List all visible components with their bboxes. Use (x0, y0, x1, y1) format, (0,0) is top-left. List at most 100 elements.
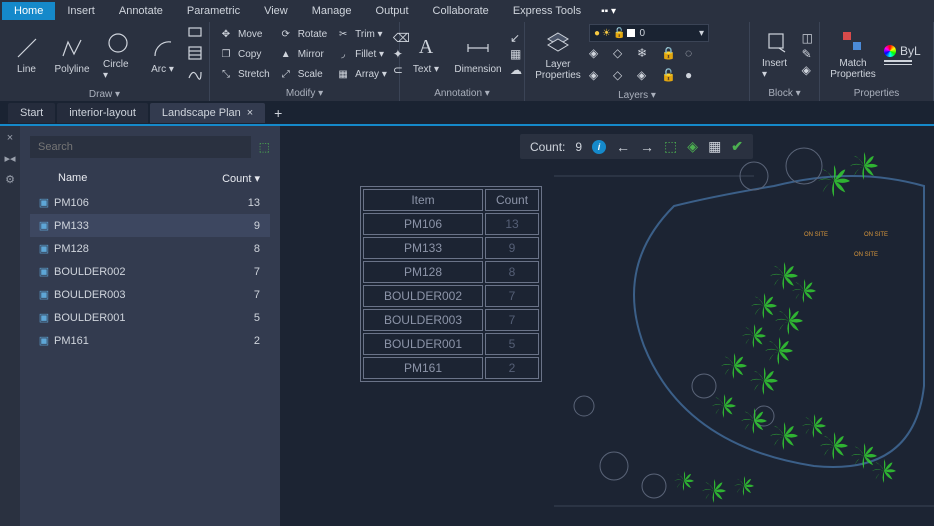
info-icon[interactable]: i (592, 140, 606, 154)
spline-icon[interactable] (187, 66, 203, 85)
color-control[interactable]: ByL (884, 44, 921, 58)
palette-row[interactable]: ▣BOULDER0037 (30, 283, 270, 306)
palette-row[interactable]: ▣PM10613 (30, 191, 270, 214)
rotate-button[interactable]: ⟳Rotate (276, 25, 329, 43)
menu-tab-express[interactable]: Express Tools (501, 2, 593, 20)
panel-draw: Line Polyline Circle ▾ Arc ▾ Draw ▾ (0, 22, 210, 101)
prev-arrow-icon[interactable]: ← (616, 139, 630, 155)
dimension-button[interactable]: Dimension (450, 32, 506, 77)
panel-modify-label[interactable]: Modify ▾ (210, 86, 399, 101)
match-properties-button[interactable]: Match Properties (826, 26, 880, 82)
block-create-icon[interactable]: ◫ (802, 31, 813, 45)
palette-row-name: PM128 (54, 243, 216, 255)
panel-properties-label[interactable]: Properties (820, 86, 933, 101)
move-button[interactable]: ✥Move (216, 25, 272, 43)
palette-row[interactable]: ▣BOULDER0027 (30, 260, 270, 283)
array-button[interactable]: ▦Array ▾ (333, 65, 389, 83)
text-button[interactable]: A Text ▾ (406, 32, 446, 77)
block-icon: ▣ (34, 242, 54, 255)
palette-header-name[interactable]: Name (34, 172, 216, 185)
select-object-icon[interactable]: ⬚ (259, 140, 270, 154)
fillet-button[interactable]: ◞Fillet ▾ (333, 45, 389, 63)
panel-block-label[interactable]: Block ▾ (750, 86, 819, 101)
table-row[interactable]: BOULDER0037 (363, 309, 539, 331)
block-icon: ▣ (34, 265, 54, 278)
table-insert-icon[interactable]: ▦ (708, 138, 721, 155)
arc-button[interactable]: Arc ▾ (142, 32, 183, 77)
dock-icon[interactable]: ▸◂ (4, 152, 15, 165)
linetype-control[interactable] (884, 64, 921, 65)
panel-layers: Layer Properties ● ☀ 🔓 0 ▾ ◈ ◇ ❄ 🔒 ◌ (525, 22, 750, 101)
doctab-interior[interactable]: interior-layout (57, 103, 148, 123)
layer-iso-icon[interactable]: ◇ (613, 46, 631, 64)
close-palette-icon[interactable]: × (7, 132, 13, 144)
gear-icon[interactable]: ⚙ (5, 173, 15, 186)
block-attr-icon[interactable]: ◈ (802, 63, 813, 77)
menu-tab-parametric[interactable]: Parametric (175, 2, 252, 20)
layer-freeze-icon[interactable]: ❄ (637, 46, 655, 64)
confirm-check-icon[interactable]: ✔ (731, 138, 743, 155)
mirror-button[interactable]: ▲Mirror (276, 45, 329, 63)
block-edit-icon[interactable]: ✎ (802, 47, 813, 61)
panel-annotation-label[interactable]: Annotation ▾ (400, 86, 524, 101)
rectangle-icon[interactable] (187, 24, 203, 43)
table-cell-count: 2 (485, 357, 539, 379)
menu-overflow-icon[interactable]: ▪▪ ▾ (601, 6, 616, 17)
menu-tab-annotate[interactable]: Annotate (107, 2, 175, 20)
layer-dropdown[interactable]: ● ☀ 🔓 0 ▾ (589, 24, 709, 42)
scale-button[interactable]: ⤢Scale (276, 65, 329, 83)
table-row[interactable]: BOULDER0027 (363, 285, 539, 307)
leader-icon[interactable]: ↙ (510, 31, 522, 45)
palette-header-count[interactable]: Count ▾ (216, 172, 266, 185)
copy-button[interactable]: ❐Copy (216, 45, 272, 63)
table-row[interactable]: PM10613 (363, 213, 539, 235)
palette-row[interactable]: ▣PM1339 (30, 214, 270, 237)
table-row[interactable]: PM1339 (363, 237, 539, 259)
table-row[interactable]: PM1612 (363, 357, 539, 379)
insert-button[interactable]: Insert ▾ (756, 26, 798, 82)
layer-match-icon[interactable]: ◈ (589, 68, 607, 86)
close-icon[interactable]: × (247, 107, 253, 119)
menu-tab-manage[interactable]: Manage (300, 2, 364, 20)
menu-tab-collaborate[interactable]: Collaborate (421, 2, 501, 20)
trim-button[interactable]: ✂Trim ▾ (333, 25, 389, 43)
cloud-icon[interactable]: ☁ (510, 63, 522, 77)
menu-tab-insert[interactable]: Insert (55, 2, 107, 20)
isolate-icon[interactable]: ◈ (687, 138, 698, 155)
stretch-button[interactable]: ⤡Stretch (216, 65, 272, 83)
drawing-count-table[interactable]: Item Count PM10613PM1339PM1288BOULDER002… (360, 186, 542, 382)
layer-on-icon[interactable]: ● (685, 68, 703, 86)
layer-lock-icon[interactable]: 🔒 (661, 46, 679, 64)
layer-unlock-icon[interactable]: 🔓 (661, 68, 679, 86)
table-row[interactable]: BOULDER0015 (363, 333, 539, 355)
doctab-landscape[interactable]: Landscape Plan× (150, 103, 265, 123)
panel-layers-label[interactable]: Layers ▾ (525, 88, 749, 103)
layer-walk-icon[interactable]: ◈ (637, 68, 655, 86)
lineweight-control[interactable] (884, 60, 921, 62)
circle-button[interactable]: Circle ▾ (97, 27, 138, 83)
table-row[interactable]: PM1288 (363, 261, 539, 283)
layer-state-icon[interactable]: ◈ (589, 46, 607, 64)
polyline-button[interactable]: Polyline (51, 32, 93, 77)
hatch-icon[interactable] (187, 45, 203, 64)
palette-row[interactable]: ▣PM1288 (30, 237, 270, 260)
zoom-extents-icon[interactable]: ⬚ (664, 138, 677, 155)
layer-off-icon[interactable]: ◌ (685, 46, 703, 64)
block-icon: ▣ (34, 288, 54, 301)
add-tab-button[interactable]: + (267, 105, 289, 121)
layer-properties-button[interactable]: Layer Properties (531, 27, 585, 83)
drawing-canvas[interactable]: Count: 9 i ← → ⬚ ◈ ▦ ✔ Item Count PM1061… (280, 126, 934, 526)
menu-tab-output[interactable]: Output (364, 2, 421, 20)
layer-prev-icon[interactable]: ◇ (613, 68, 631, 86)
panel-draw-label[interactable]: Draw ▾ (0, 87, 209, 102)
menu-tab-home[interactable]: Home (2, 2, 55, 20)
doctab-start[interactable]: Start (8, 103, 55, 123)
palette-row[interactable]: ▣PM1612 (30, 329, 270, 352)
svg-text:ON SITE: ON SITE (804, 232, 828, 238)
search-input[interactable] (30, 136, 251, 158)
palette-row[interactable]: ▣BOULDER0015 (30, 306, 270, 329)
line-button[interactable]: Line (6, 32, 47, 77)
table-icon[interactable]: ▦ (510, 47, 522, 61)
menu-tab-view[interactable]: View (252, 2, 300, 20)
next-arrow-icon[interactable]: → (640, 139, 654, 155)
